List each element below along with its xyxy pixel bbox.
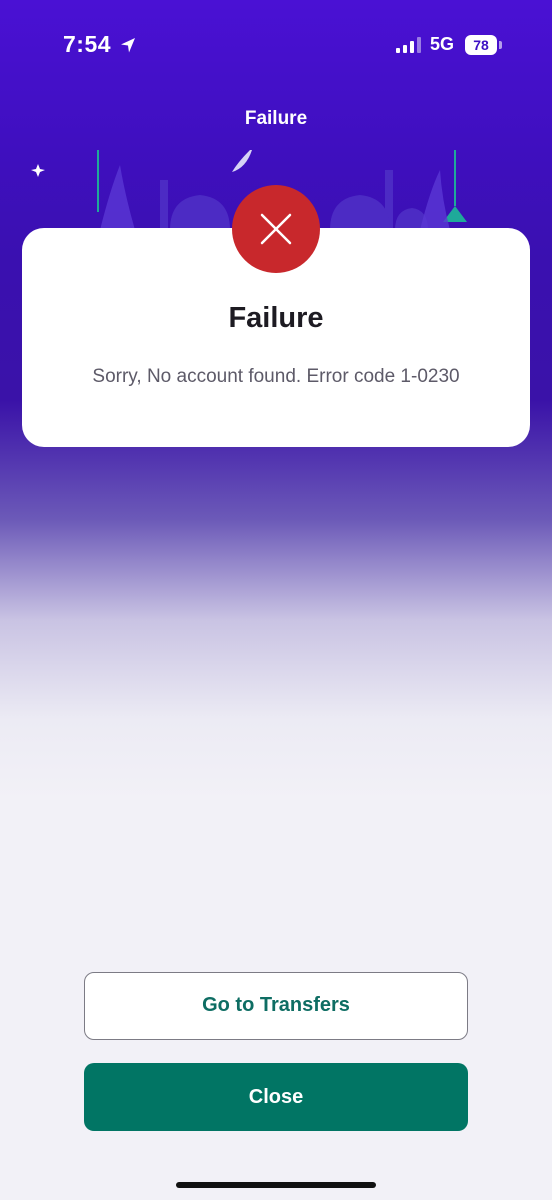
error-message: Sorry, No account found. Error code 1-02…	[92, 366, 460, 387]
page-title: Failure	[244, 108, 308, 129]
nav-header: Failure	[0, 90, 552, 150]
star-icon	[31, 164, 45, 177]
home-indicator[interactable]	[176, 1182, 376, 1188]
signal-strength-icon	[396, 37, 421, 53]
battery-tip	[499, 41, 502, 49]
status-time: 7:54	[63, 31, 112, 57]
status-bar: 7:54 5G 78	[0, 0, 552, 90]
close-button[interactable]: Close	[84, 1063, 468, 1131]
location-arrow-icon	[121, 38, 135, 53]
go-to-transfers-button[interactable]: Go to Transfers	[84, 972, 468, 1040]
error-status-badge	[232, 185, 320, 273]
battery-icon: 78	[465, 35, 497, 55]
dialog-title: Failure	[228, 302, 324, 334]
close-x-icon	[260, 213, 292, 245]
network-type-label: 5G	[430, 34, 455, 54]
crescent-moon-icon	[232, 150, 252, 172]
